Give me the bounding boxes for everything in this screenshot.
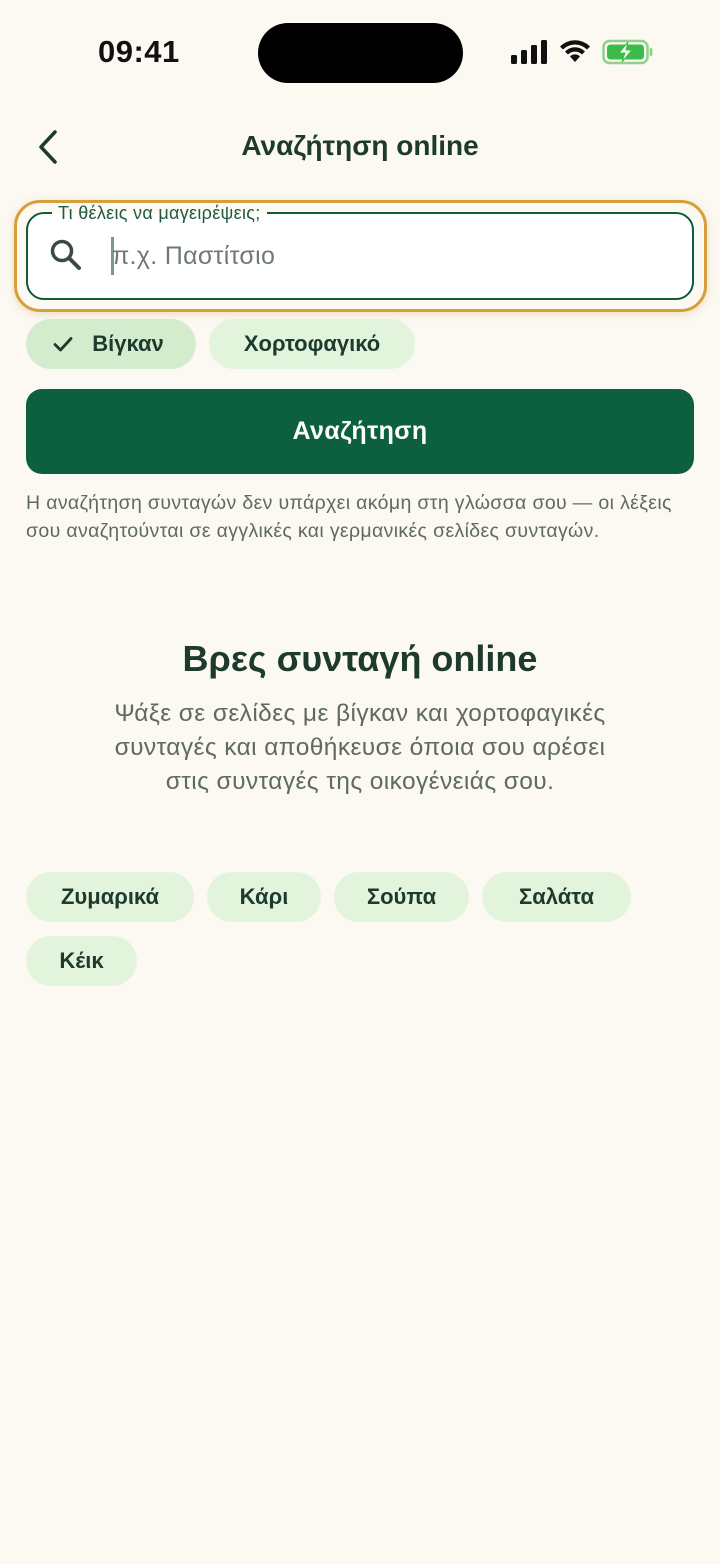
search-button[interactable]: Αναζήτηση xyxy=(26,389,694,474)
search-field-label: Τι θέλεις να μαγειρέψεις; xyxy=(52,203,267,224)
status-bar: 09:41 xyxy=(0,0,720,100)
check-icon xyxy=(53,337,73,352)
search-icon xyxy=(50,239,81,270)
wifi-icon xyxy=(560,40,590,62)
battery-charging-icon xyxy=(602,39,653,65)
filter-chip-vegetarian[interactable]: Χορτοφαγικό xyxy=(209,319,415,369)
search-input[interactable] xyxy=(108,232,668,280)
suggestion-chip-pasta[interactable]: Ζυμαρικά xyxy=(26,872,194,922)
dynamic-island xyxy=(258,23,463,83)
suggestion-chip-soup[interactable]: Σούπα xyxy=(334,872,469,922)
page-title: Αναζήτηση online xyxy=(241,130,479,161)
cellular-signal-icon xyxy=(511,40,547,64)
language-notice: Η αναζήτηση συνταγών δεν υπάρχει ακόμη σ… xyxy=(26,492,672,542)
empty-state-title: Βρες συνταγή online xyxy=(182,638,538,679)
suggestion-chip-cake[interactable]: Κέικ xyxy=(26,936,137,986)
filter-chip-vegan[interactable]: Βίγκαν xyxy=(26,319,196,369)
suggestion-chip-salad[interactable]: Σαλάτα xyxy=(482,872,631,922)
filter-chip-label: Βίγκαν xyxy=(92,331,164,356)
empty-state-description: Ψάξε σε σελίδες με βίγκαν και χορτοφαγικ… xyxy=(114,700,606,795)
suggestion-chip-curry[interactable]: Κάρι xyxy=(207,872,321,922)
status-time: 09:41 xyxy=(98,34,180,69)
filter-chip-label: Χορτοφαγικό xyxy=(243,331,381,356)
